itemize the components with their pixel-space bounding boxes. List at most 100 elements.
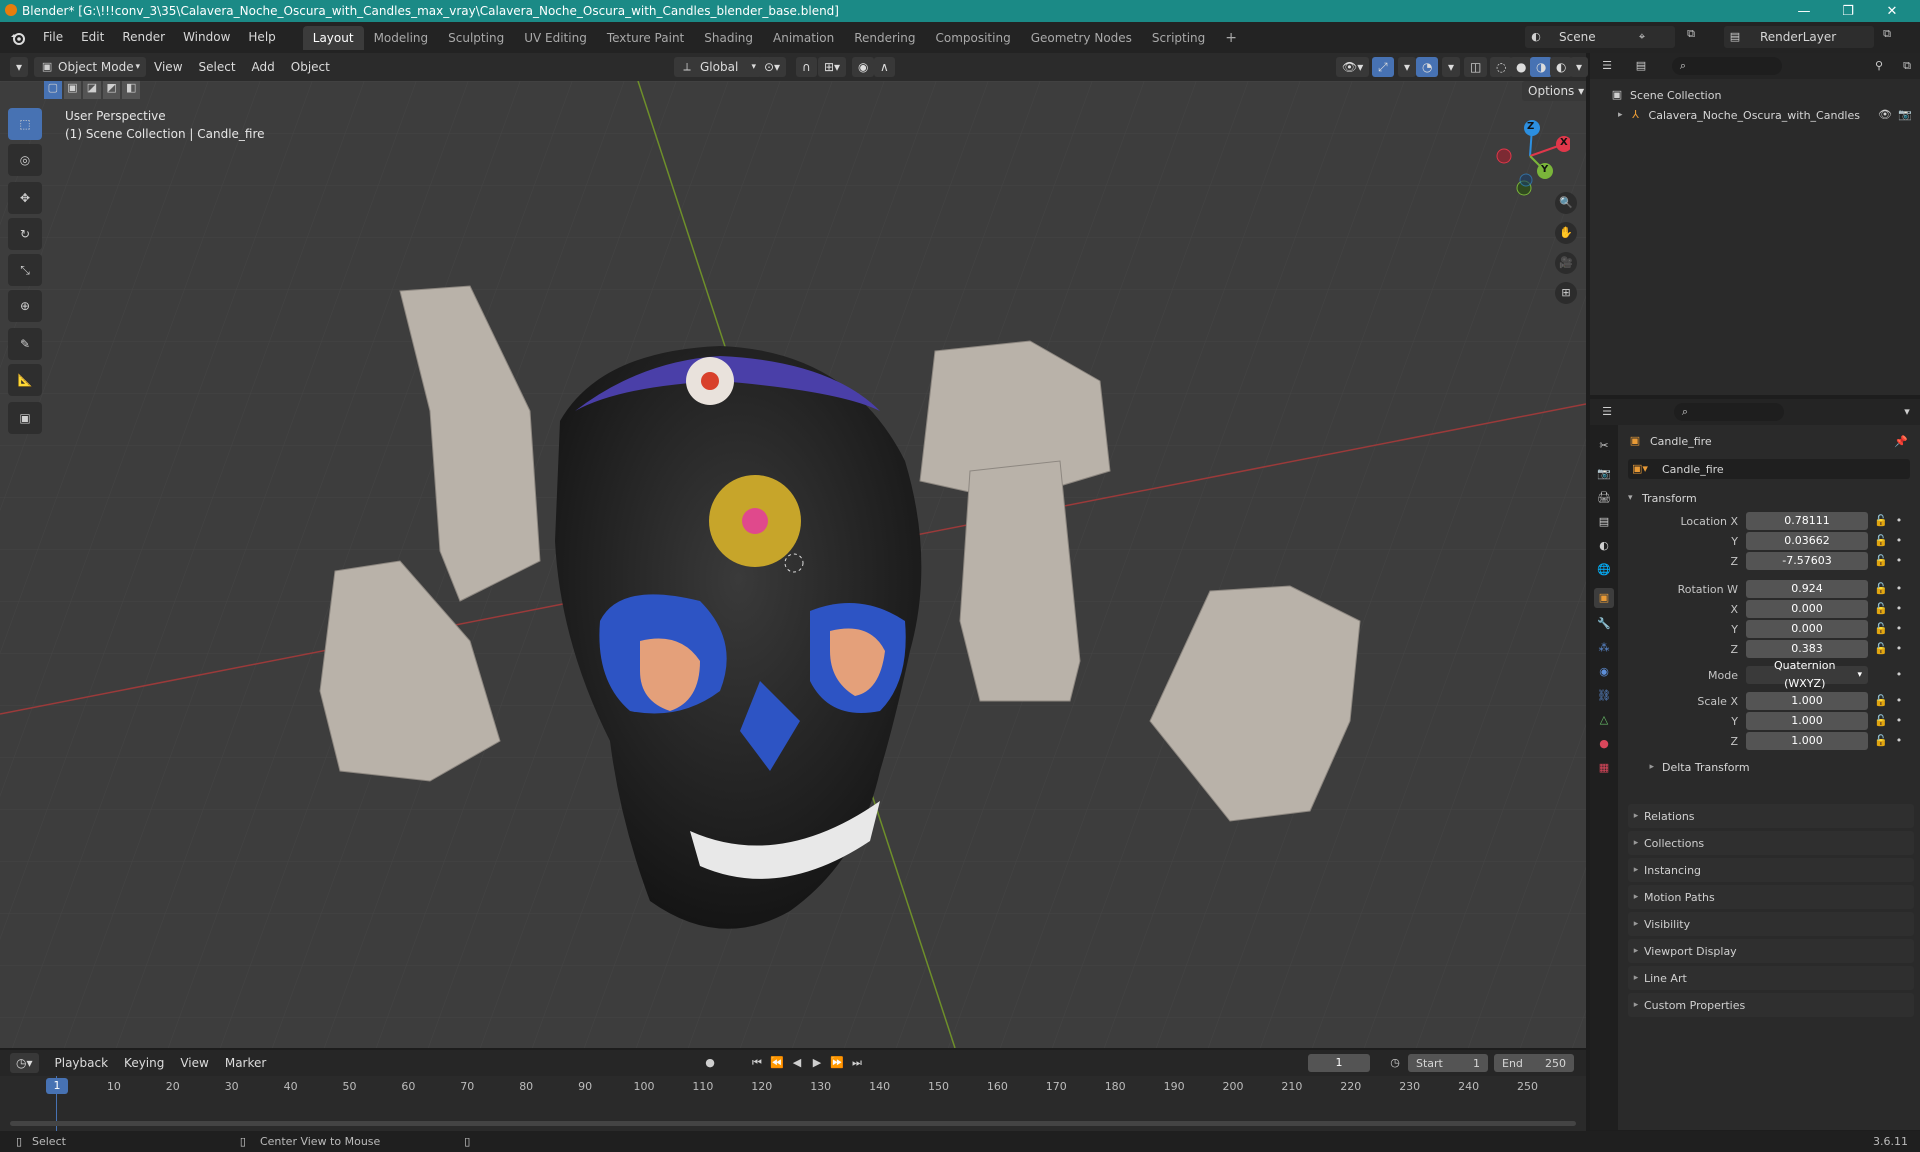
tab-shading[interactable]: Shading: [694, 26, 763, 50]
pin-icon[interactable]: 📌: [1894, 435, 1908, 449]
new-scene-icon[interactable]: ⧉: [1684, 26, 1700, 46]
keyframe-dot-icon[interactable]: •: [1892, 514, 1906, 528]
output-tab-icon[interactable]: 🖨: [1597, 491, 1611, 505]
section-collections[interactable]: ▸ Collections: [1628, 831, 1914, 855]
menu-playback[interactable]: Playback: [47, 1056, 117, 1070]
start-frame-field[interactable]: Start 1: [1408, 1054, 1488, 1072]
xray-icon[interactable]: ◫: [1464, 57, 1488, 77]
tab-sculpting[interactable]: Sculpting: [438, 26, 514, 50]
scene-selector[interactable]: ◐ Scene ⌖: [1525, 26, 1675, 48]
display-mode-icon[interactable]: ▤: [1634, 59, 1648, 73]
jump-end-icon[interactable]: ⏭: [850, 1056, 864, 1070]
options-button[interactable]: Options ▾: [1522, 81, 1586, 101]
rotation-z-field[interactable]: 0.383: [1746, 640, 1868, 658]
keyframe-dot-icon[interactable]: •: [1892, 714, 1906, 728]
rotation-mode-dropdown[interactable]: Quaternion (WXYZ) ▾: [1746, 659, 1868, 690]
tab-texture-paint[interactable]: Texture Paint: [597, 26, 694, 50]
lock-icon[interactable]: 🔓: [1874, 694, 1888, 708]
keyframe-dot-icon[interactable]: •: [1892, 734, 1906, 748]
ortho-toggle-icon[interactable]: ⊞: [1555, 282, 1577, 304]
outliner-search-input[interactable]: ⌕: [1672, 57, 1782, 75]
scale-z-field[interactable]: 1.000: [1746, 732, 1868, 750]
jump-keyframe-back-icon[interactable]: ⏪: [770, 1056, 784, 1070]
jump-start-icon[interactable]: ⏮: [750, 1056, 764, 1070]
lock-icon[interactable]: 🔓: [1874, 582, 1888, 596]
overlay-dropdown-icon[interactable]: ▾: [1442, 57, 1461, 77]
select-new-icon[interactable]: ▢: [44, 81, 62, 99]
keyframe-dot-icon[interactable]: •: [1892, 668, 1906, 682]
world-tab-icon[interactable]: 🌐: [1597, 563, 1611, 577]
tool-tab-icon[interactable]: ✂: [1597, 439, 1611, 453]
render-tab-icon[interactable]: 📷: [1597, 467, 1611, 481]
lock-icon[interactable]: 🔓: [1874, 602, 1888, 616]
select-intersect-icon[interactable]: ◧: [122, 81, 140, 99]
snap-target-icon[interactable]: ⊞▾: [818, 57, 847, 77]
rotation-y-field[interactable]: 0.000: [1746, 620, 1868, 638]
keyframe-dot-icon[interactable]: •: [1892, 602, 1906, 616]
falloff-icon[interactable]: ∧: [874, 57, 895, 77]
blender-menu-icon[interactable]: [10, 31, 28, 45]
select-box-tool-icon[interactable]: ⬚: [8, 108, 42, 140]
tab-compositing[interactable]: Compositing: [925, 26, 1020, 50]
tab-modeling[interactable]: Modeling: [364, 26, 439, 50]
camera-view-icon[interactable]: 🎥: [1555, 252, 1577, 274]
section-instancing[interactable]: ▸ Instancing: [1628, 858, 1914, 882]
constraints-tab-icon[interactable]: ⛓: [1597, 689, 1611, 703]
outliner-item[interactable]: ▸ ⅄ Calavera_Noche_Oscura_with_Candles 👁…: [1590, 105, 1920, 125]
expand-icon[interactable]: ▸: [1618, 110, 1623, 120]
visibility-icon[interactable]: 👁▾: [1336, 57, 1370, 77]
pan-hand-icon[interactable]: ✋: [1555, 222, 1577, 244]
editor-type-icon[interactable]: ▾: [10, 57, 29, 77]
keyframe-dot-icon[interactable]: •: [1892, 582, 1906, 596]
properties-options-icon[interactable]: ▾: [1900, 405, 1914, 419]
lock-icon[interactable]: 🔓: [1874, 642, 1888, 656]
keyframe-dot-icon[interactable]: •: [1892, 642, 1906, 656]
transform-section-header[interactable]: ▾ Transform: [1628, 487, 1910, 509]
properties-search-input[interactable]: ⌕: [1674, 403, 1784, 421]
pin-icon[interactable]: ⌖: [1635, 30, 1649, 44]
menu-window[interactable]: Window: [174, 22, 239, 53]
lock-icon[interactable]: 🔓: [1874, 554, 1888, 568]
menu-view[interactable]: View: [146, 60, 190, 74]
scene-tab-icon[interactable]: ◐: [1597, 539, 1611, 553]
close-button[interactable]: ✕: [1870, 0, 1914, 22]
menu-edit[interactable]: Edit: [72, 22, 113, 53]
mode-dropdown[interactable]: ▣ Object Mode ▾: [34, 57, 147, 77]
outliner-root-row[interactable]: ▣ Scene Collection: [1590, 85, 1920, 105]
maximize-button[interactable]: ❐: [1826, 0, 1870, 22]
lock-icon[interactable]: 🔓: [1874, 622, 1888, 636]
section-viewport-display[interactable]: ▸ Viewport Display: [1628, 939, 1914, 963]
menu-help[interactable]: Help: [239, 22, 284, 53]
scale-y-field[interactable]: 1.000: [1746, 712, 1868, 730]
timeline-editor-icon[interactable]: ◷▾: [10, 1053, 39, 1073]
timeline-scrollbar[interactable]: [10, 1121, 1576, 1126]
delta-transform-row[interactable]: ▸ Delta Transform: [1628, 757, 1910, 777]
proportional-edit-icon[interactable]: ◉: [852, 57, 875, 77]
view-layer-tab-icon[interactable]: ▤: [1597, 515, 1611, 529]
playhead-frame[interactable]: 1: [46, 1078, 68, 1094]
menu-select[interactable]: Select: [191, 60, 244, 74]
physics-tab-icon[interactable]: ◉: [1597, 665, 1611, 679]
keyframe-dot-icon[interactable]: •: [1892, 622, 1906, 636]
tab-layout[interactable]: Layout: [302, 25, 364, 50]
location-x-field[interactable]: 0.78111: [1746, 512, 1868, 530]
visibility-eye-icon[interactable]: 👁: [1878, 108, 1892, 122]
auto-keying-icon[interactable]: ●: [703, 1056, 717, 1070]
timeline-body[interactable]: 1102030405060708090100110120130140150160…: [0, 1076, 1586, 1131]
menu-object[interactable]: Object: [283, 60, 338, 74]
object-tab-icon[interactable]: ▣: [1594, 588, 1614, 608]
gizmo-toggle-icon[interactable]: ⤢: [1372, 57, 1394, 77]
select-invert-icon[interactable]: ◩: [102, 81, 121, 99]
object-name-field[interactable]: ▣▾ Candle_fire: [1628, 459, 1910, 479]
tab-geometry-nodes[interactable]: Geometry Nodes: [1021, 26, 1142, 50]
filter-icon[interactable]: ⚲: [1872, 59, 1886, 73]
add-workspace-icon[interactable]: +: [1215, 26, 1247, 50]
annotate-tool-icon[interactable]: ✎: [8, 328, 42, 360]
add-cube-tool-icon[interactable]: ▣: [8, 402, 42, 434]
keyframe-dot-icon[interactable]: •: [1892, 694, 1906, 708]
rotation-x-field[interactable]: 0.000: [1746, 600, 1868, 618]
texture-tab-icon[interactable]: ▦: [1597, 761, 1611, 775]
preview-range-icon[interactable]: ◷: [1388, 1056, 1402, 1070]
new-collection-icon[interactable]: ⧉: [1900, 59, 1914, 73]
minimize-button[interactable]: —: [1782, 0, 1826, 22]
